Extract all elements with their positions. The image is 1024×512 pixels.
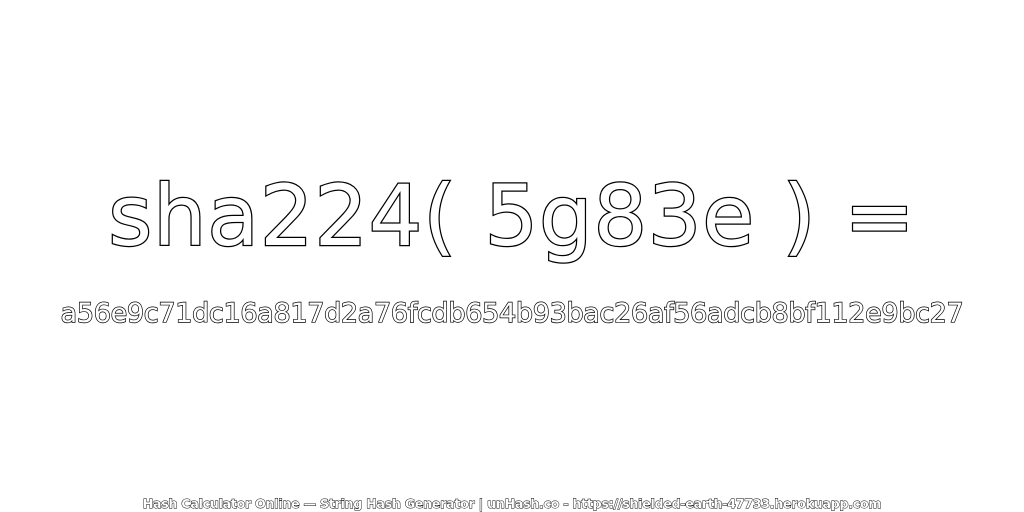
site-footer: Hash Calculator Online — String Hash Gen… <box>142 496 882 512</box>
hash-value: a56e9c71dc16a817d2a76fcdb654b93bac26af56… <box>60 297 965 329</box>
hash-result-image: sha224( 5g83e ) = a56e9c71dc16a817d2a76f… <box>0 0 1024 512</box>
hash-expression: sha224( 5g83e ) = <box>107 166 916 267</box>
